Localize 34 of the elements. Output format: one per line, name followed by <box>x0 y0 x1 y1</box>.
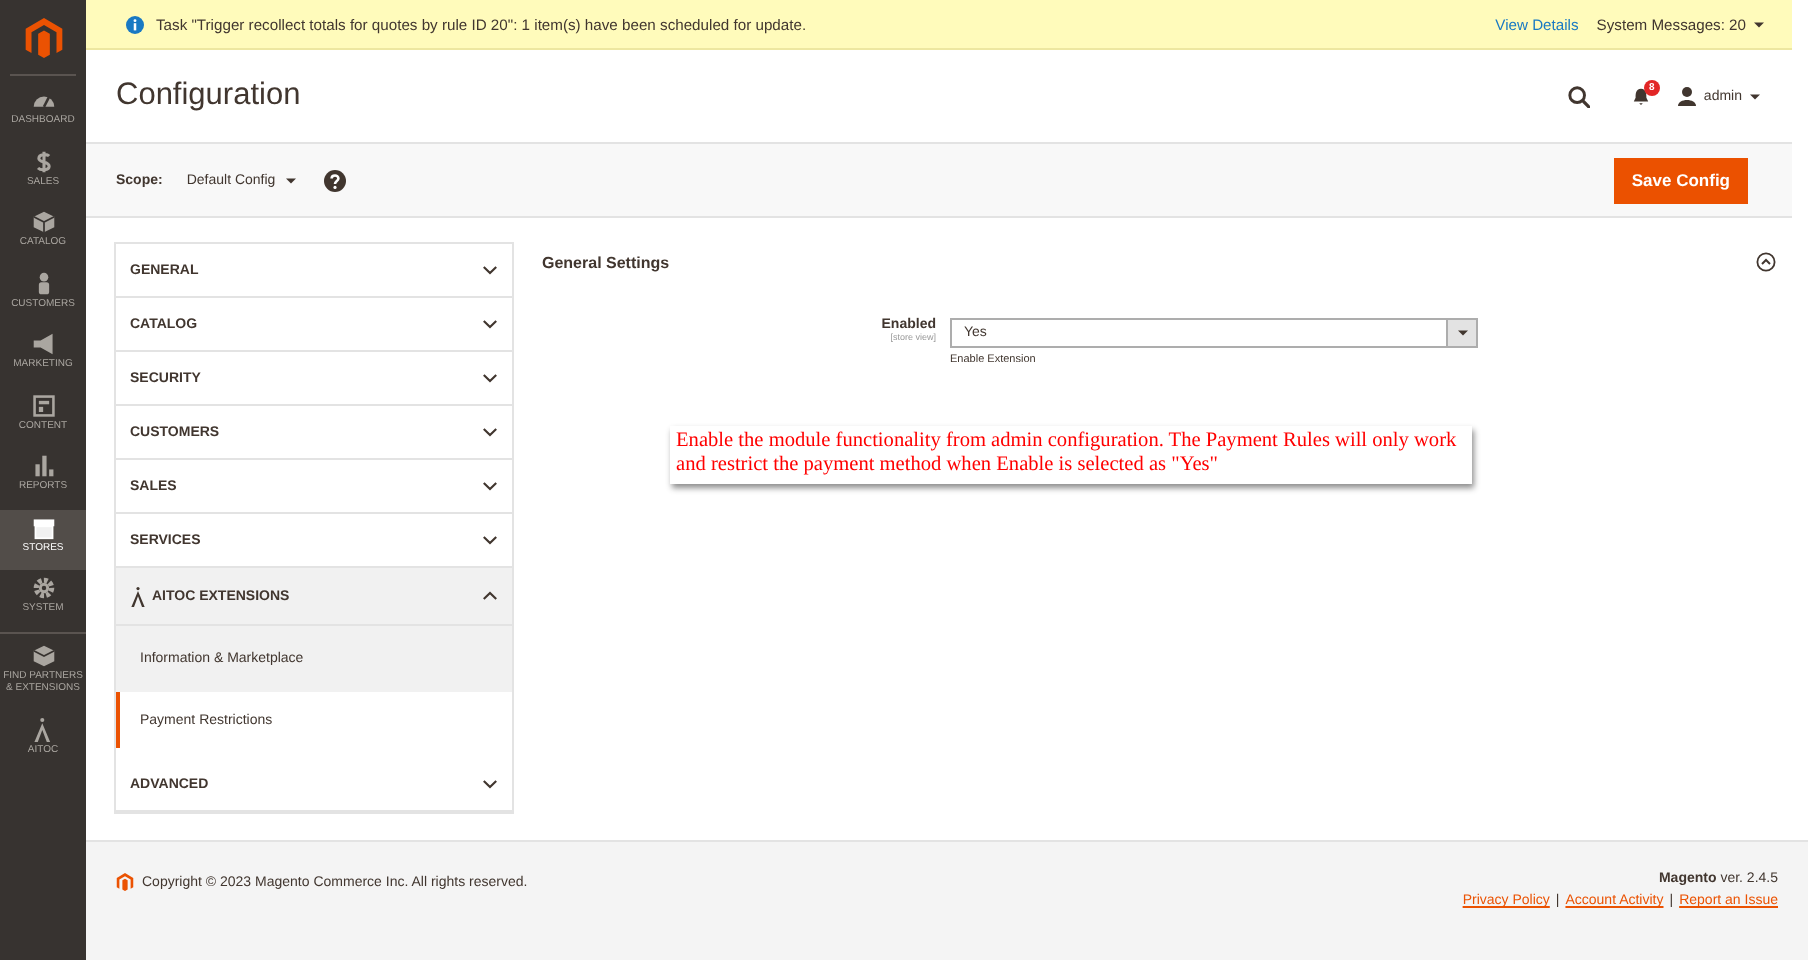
caret-icon <box>1750 93 1760 99</box>
annotation-note: Enable the module functionality from admin configuration. The Payment Rules will only work and restrict the payment method when Enable is selected as "Yes" <box>670 426 1472 484</box>
megaphone-icon <box>31 332 55 356</box>
help-icon <box>323 169 346 191</box>
caret-icon <box>285 177 296 183</box>
chevron-down-icon <box>482 778 498 790</box>
chevron-up-icon <box>482 590 498 602</box>
search-icon <box>1567 85 1590 107</box>
letter-a-icon <box>31 717 55 741</box>
collapse-icon[interactable] <box>1756 252 1776 272</box>
magento-logo <box>116 872 134 892</box>
chevron-down-icon <box>482 534 498 546</box>
caret-icon <box>1457 330 1467 336</box>
bell-icon <box>1631 86 1650 106</box>
cube-icon <box>31 210 55 234</box>
page-title: Configuration <box>116 78 303 114</box>
box-icon <box>31 643 55 667</box>
caret-icon <box>1754 21 1764 27</box>
dollar-icon <box>31 149 55 173</box>
chevron-down-icon <box>482 372 498 384</box>
storefront-icon <box>31 515 55 539</box>
layout-icon <box>31 393 55 417</box>
chevron-down-icon <box>482 264 498 276</box>
chevron-down-icon <box>482 426 498 438</box>
chevron-down-icon <box>482 480 498 492</box>
chevron-down-icon <box>482 318 498 330</box>
letter-a-icon <box>130 585 146 607</box>
gear-icon <box>31 576 55 600</box>
info-icon <box>126 15 144 33</box>
magento-logo <box>23 16 63 60</box>
bar-chart-icon <box>31 454 55 478</box>
section-title: General Settings <box>542 253 670 271</box>
save-config-button[interactable]: Save Config <box>1613 157 1748 203</box>
user-icon <box>1677 86 1696 106</box>
